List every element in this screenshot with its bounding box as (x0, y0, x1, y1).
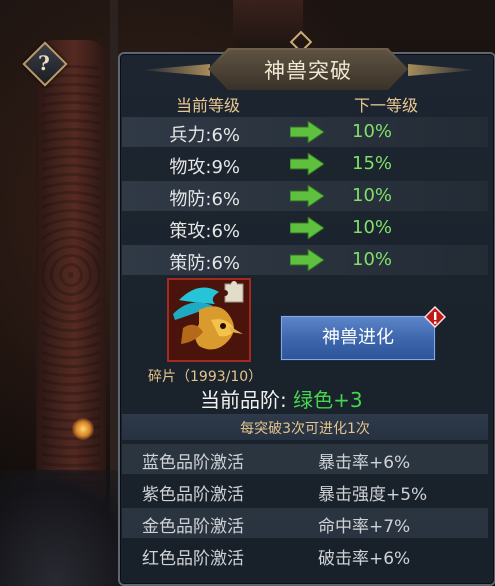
arrow-right-icon (290, 249, 324, 271)
quality-bonus: 暴击强度+5% (318, 485, 428, 505)
beast-fragment-item[interactable] (167, 278, 251, 362)
stat-row: 策攻:6% 10% (122, 213, 488, 243)
quality-bonus: 命中率+7% (318, 517, 411, 537)
phoenix-icon (169, 280, 249, 360)
quality-name: 紫色品阶激活 (142, 485, 244, 505)
stat-row: 策防:6% 10% (122, 245, 488, 275)
stat-next: 10% (352, 249, 393, 270)
arrow-right-icon (290, 217, 324, 239)
quality-name: 蓝色品阶激活 (142, 453, 244, 473)
arrow-right-icon (290, 185, 324, 207)
stat-current: 物防:6% (169, 189, 240, 210)
quality-name: 红色品阶激活 (142, 549, 244, 569)
stat-next: 15% (352, 153, 393, 174)
stat-next: 10% (352, 217, 393, 238)
background-pillar (36, 40, 106, 510)
panel-title: 神兽突破 (264, 59, 352, 83)
quality-bonus-row: 紫色品阶激活 暴击强度+5% (122, 476, 488, 506)
panel-title-banner: 神兽突破 (208, 48, 408, 92)
quality-bonus-row: 金色品阶激活 命中率+7% (122, 508, 488, 538)
stat-next: 10% (352, 185, 393, 206)
lantern-glow (72, 418, 94, 440)
quality-bonus-row: 红色品阶激活 破击率+6% (122, 540, 488, 570)
stat-current: 策攻:6% (169, 221, 240, 242)
grade-label: 当前品阶: (200, 388, 287, 412)
stat-next: 10% (352, 121, 393, 142)
quality-bonus: 破击率+6% (318, 549, 411, 569)
stat-current: 策防:6% (169, 253, 240, 274)
breakthrough-note-bar: 每突破3次可进化1次 (122, 414, 488, 440)
alert-icon (424, 306, 446, 328)
evolve-button[interactable]: 神兽进化 (281, 316, 435, 360)
quality-bonus: 暴击率+6% (318, 453, 411, 473)
arrow-right-icon (290, 121, 324, 143)
stat-row: 兵力:6% 10% (122, 117, 488, 147)
arrow-right-icon (290, 153, 324, 175)
stat-current: 物攻:9% (169, 157, 240, 178)
stat-row: 物攻:9% 15% (122, 149, 488, 179)
current-level-header: 当前等级 (176, 96, 241, 115)
quality-name: 金色品阶激活 (142, 517, 244, 537)
stat-row: 物防:6% 10% (122, 181, 488, 211)
quality-bonus-row: 蓝色品阶激活 暴击率+6% (122, 444, 488, 474)
help-button[interactable]: ? (22, 41, 68, 87)
question-icon: ? (38, 51, 50, 75)
breakthrough-note: 每突破3次可进化1次 (240, 421, 370, 437)
fragment-count: 碎片（1993/10） (148, 369, 263, 385)
next-level-header: 下一等级 (354, 96, 419, 115)
grade-value: 绿色+3 (293, 388, 363, 412)
stat-current: 兵力:6% (169, 125, 240, 146)
current-grade: 当前品阶: 绿色+3 (200, 384, 363, 413)
